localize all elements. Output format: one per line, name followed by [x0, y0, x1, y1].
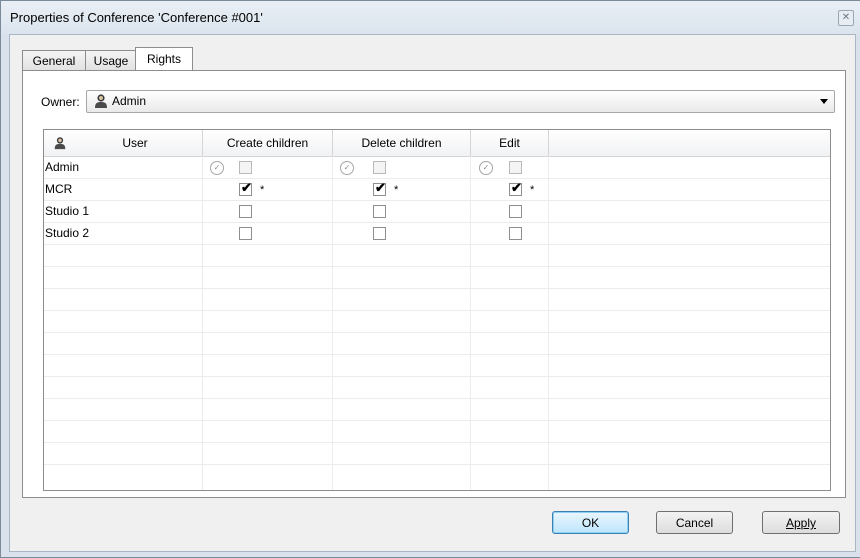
- tab-usage[interactable]: Usage: [85, 50, 137, 71]
- row-divider: [44, 244, 830, 245]
- tab-rights[interactable]: Rights: [135, 47, 193, 72]
- user-name: MCR: [45, 182, 73, 196]
- chevron-down-icon: [820, 99, 828, 104]
- changed-marker: *: [394, 184, 399, 196]
- rights-panel: Owner: Admin User Create children Delete…: [22, 70, 846, 498]
- create-children-checkbox[interactable]: [239, 161, 252, 174]
- window-title: Properties of Conference 'Conference #00…: [10, 10, 263, 25]
- changed-marker: *: [530, 184, 535, 196]
- column-header-edit[interactable]: Edit: [471, 130, 549, 156]
- close-button[interactable]: ✕: [838, 10, 854, 26]
- edit-checkbox[interactable]: [509, 205, 522, 218]
- delete-children-checkbox[interactable]: [373, 205, 386, 218]
- create-children-checkbox[interactable]: [239, 205, 252, 218]
- user-name: Studio 1: [45, 204, 90, 218]
- apply-button[interactable]: Apply: [762, 511, 840, 534]
- owner-dropdown[interactable]: Admin: [86, 90, 835, 113]
- apply-label: Apply: [785, 516, 817, 530]
- column-label: User: [122, 136, 148, 150]
- title-bar[interactable]: Properties of Conference 'Conference #00…: [1, 1, 860, 34]
- user-icon: [54, 137, 66, 150]
- edit-checkbox[interactable]: [509, 161, 522, 174]
- column-divider: [548, 156, 549, 490]
- user-name: Admin: [45, 160, 80, 174]
- table-header: User Create children Delete children Edi…: [44, 130, 830, 157]
- row-divider: [44, 332, 830, 333]
- create-children-checkbox[interactable]: [239, 227, 252, 240]
- row-divider: [44, 376, 830, 377]
- row-divider: [44, 354, 830, 355]
- owner-value: Admin: [112, 94, 147, 108]
- column-header-user[interactable]: User: [44, 130, 203, 156]
- delete-children-checkbox[interactable]: [373, 161, 386, 174]
- close-icon: ✕: [841, 12, 851, 23]
- column-divider: [202, 156, 203, 490]
- delete-children-checkbox[interactable]: ✔: [373, 180, 386, 196]
- edit-checkbox[interactable]: [509, 227, 522, 240]
- row-divider: [44, 178, 830, 179]
- changed-marker: *: [260, 184, 265, 196]
- column-header-create-children[interactable]: Create children: [203, 130, 333, 156]
- check-icon: ✔: [241, 180, 252, 195]
- column-divider: [332, 156, 333, 490]
- inherited-check-icon: ✓: [479, 161, 493, 175]
- ok-button[interactable]: OK: [552, 511, 629, 534]
- row-divider: [44, 442, 830, 443]
- create-children-checkbox[interactable]: ✔: [239, 180, 252, 196]
- cancel-button[interactable]: Cancel: [656, 511, 733, 534]
- rights-table: User Create children Delete children Edi…: [43, 129, 831, 491]
- row-divider: [44, 464, 830, 465]
- column-divider: [470, 156, 471, 490]
- check-icon: ✔: [375, 180, 386, 195]
- inherited-check-icon: ✓: [210, 161, 224, 175]
- user-name: Studio 2: [45, 226, 90, 240]
- row-divider: [44, 420, 830, 421]
- row-divider: [44, 266, 830, 267]
- properties-window: Properties of Conference 'Conference #00…: [0, 0, 860, 558]
- tab-general[interactable]: General: [22, 50, 86, 71]
- dialog-client-area: General Usage Rights Owner: Admin User C…: [9, 34, 856, 552]
- row-divider: [44, 398, 830, 399]
- inherited-check-icon: ✓: [340, 161, 354, 175]
- owner-label: Owner:: [41, 95, 80, 109]
- delete-children-checkbox[interactable]: [373, 227, 386, 240]
- row-divider: [44, 222, 830, 223]
- row-divider: [44, 310, 830, 311]
- row-divider: [44, 288, 830, 289]
- column-header-delete-children[interactable]: Delete children: [333, 130, 471, 156]
- row-divider: [44, 200, 830, 201]
- user-icon: [95, 94, 107, 108]
- edit-checkbox[interactable]: ✔: [509, 180, 522, 196]
- check-icon: ✔: [511, 180, 522, 195]
